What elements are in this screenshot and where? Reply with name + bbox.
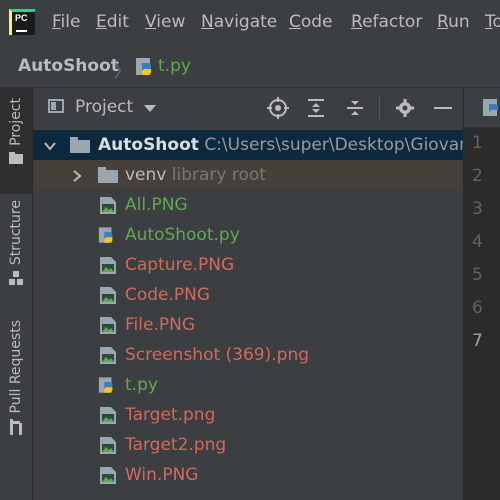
line-number: 4 <box>472 232 483 252</box>
image-file-icon <box>100 257 116 274</box>
tab-pull-requests-label: Pull Requests <box>8 320 24 414</box>
pull-request-icon <box>10 419 22 436</box>
tree-row-venv[interactable]: venv library root <box>33 160 463 190</box>
file-name: File.PNG <box>125 315 195 335</box>
menu-run[interactable]: Run <box>437 12 470 32</box>
editor-tab[interactable] <box>464 88 500 128</box>
venv-note: library root <box>171 165 266 185</box>
folder-icon <box>70 137 90 153</box>
pycharm-logo-icon: PC <box>9 9 35 35</box>
image-file-icon <box>100 437 116 454</box>
file-name: All.PNG <box>125 195 188 215</box>
menu-view[interactable]: View <box>145 12 185 32</box>
project-panel-header: Project <box>33 88 463 128</box>
image-file-icon <box>100 287 116 304</box>
tree-row-file[interactable]: AutoShoot.py <box>33 220 463 250</box>
tree-row-file[interactable]: All.PNG <box>33 190 463 220</box>
tree-row-file[interactable]: Code.PNG <box>33 280 463 310</box>
venv-row-text: venv library root <box>125 160 266 190</box>
tree-row-file[interactable]: Screenshot (369).png <box>33 340 463 370</box>
menu-refactor[interactable]: Refactor <box>351 12 422 32</box>
tree-row-root[interactable]: AutoShoot C:\Users\super\Desktop\Giovann… <box>33 130 485 160</box>
tree-row-file[interactable]: Target.png <box>33 400 463 430</box>
structure-icon <box>9 271 23 286</box>
root-folder-name: AutoShoot <box>98 135 199 155</box>
line-number: 6 <box>472 298 483 318</box>
tree-row-file[interactable]: Win.PNG <box>33 460 463 490</box>
line-number: 2 <box>472 166 483 186</box>
locate-file-icon[interactable] <box>266 96 290 120</box>
tree-row-file[interactable]: Target2.png <box>33 430 463 460</box>
breadcrumb-file[interactable]: t.py <box>158 56 191 76</box>
project-panel: Project AutoShoot C:\Users\super\Desktop… <box>33 88 485 500</box>
tab-structure-label: Structure <box>8 200 24 266</box>
menu-tools[interactable]: To <box>485 12 500 32</box>
image-file-icon <box>100 317 116 334</box>
menu-code[interactable]: Code <box>289 12 333 32</box>
file-name: t.py <box>125 375 158 395</box>
hide-panel-icon[interactable] <box>431 96 455 120</box>
tool-window-strip: Project Structure Pull Requests <box>0 88 33 500</box>
venv-name: venv <box>125 165 167 185</box>
breadcrumb-project[interactable]: AutoShoot <box>18 56 119 76</box>
chevron-down-icon[interactable] <box>43 139 57 153</box>
collapse-all-icon[interactable] <box>343 96 367 120</box>
line-number: 5 <box>472 265 483 285</box>
file-name: Target.png <box>125 405 216 425</box>
chevron-right-icon[interactable] <box>70 169 84 183</box>
panel-title[interactable]: Project <box>75 97 133 117</box>
tab-project-label: Project <box>8 98 24 146</box>
python-file-icon <box>98 227 113 243</box>
breadcrumb-separator: 〉 <box>114 62 131 82</box>
menu-navigate[interactable]: Navigate <box>201 12 277 32</box>
folder-icon <box>9 151 23 164</box>
line-number: 1 <box>472 133 483 153</box>
image-file-icon <box>100 197 116 214</box>
gear-icon[interactable] <box>393 96 417 120</box>
file-name: Target2.png <box>125 435 227 455</box>
navigation-bar: AutoShoot 〉 t.py <box>0 46 500 88</box>
image-file-icon <box>100 347 116 364</box>
header-divider <box>379 96 380 120</box>
tab-pull-requests[interactable]: Pull Requests <box>0 320 32 450</box>
logo-text: PC <box>15 13 28 23</box>
python-file-icon <box>98 377 113 393</box>
menu-bar: PC File Edit View Navigate Code Refactor… <box>0 0 500 46</box>
file-name: Win.PNG <box>125 465 199 485</box>
image-file-icon <box>100 407 116 424</box>
tab-project[interactable]: Project <box>0 88 32 194</box>
expand-all-icon[interactable] <box>304 96 328 120</box>
line-number: 3 <box>472 199 483 219</box>
file-name: AutoShoot.py <box>125 225 240 245</box>
python-file-icon <box>483 99 498 116</box>
python-file-icon <box>136 58 151 75</box>
tab-structure[interactable]: Structure <box>0 200 32 300</box>
file-name: Screenshot (369).png <box>125 345 310 365</box>
project-view-icon <box>48 99 64 113</box>
line-number: 7 <box>472 331 483 351</box>
root-row-text: AutoShoot C:\Users\super\Desktop\Giovann… <box>98 130 485 160</box>
file-name: Code.PNG <box>125 285 211 305</box>
root-folder-path: C:\Users\super\Desktop\Giovanni <box>204 135 486 155</box>
tree-row-file[interactable]: t.py <box>33 370 463 400</box>
menu-file[interactable]: File <box>52 12 80 32</box>
view-dropdown-icon[interactable] <box>144 105 156 112</box>
menu-edit[interactable]: Edit <box>96 12 129 32</box>
tree-row-file[interactable]: File.PNG <box>33 310 463 340</box>
image-file-icon <box>100 467 116 484</box>
editor-area[interactable]: 1 2 3 4 5 6 7 <box>463 88 500 500</box>
file-name: Capture.PNG <box>125 255 235 275</box>
tree-row-file[interactable]: Capture.PNG <box>33 250 463 280</box>
folder-icon <box>98 167 118 183</box>
